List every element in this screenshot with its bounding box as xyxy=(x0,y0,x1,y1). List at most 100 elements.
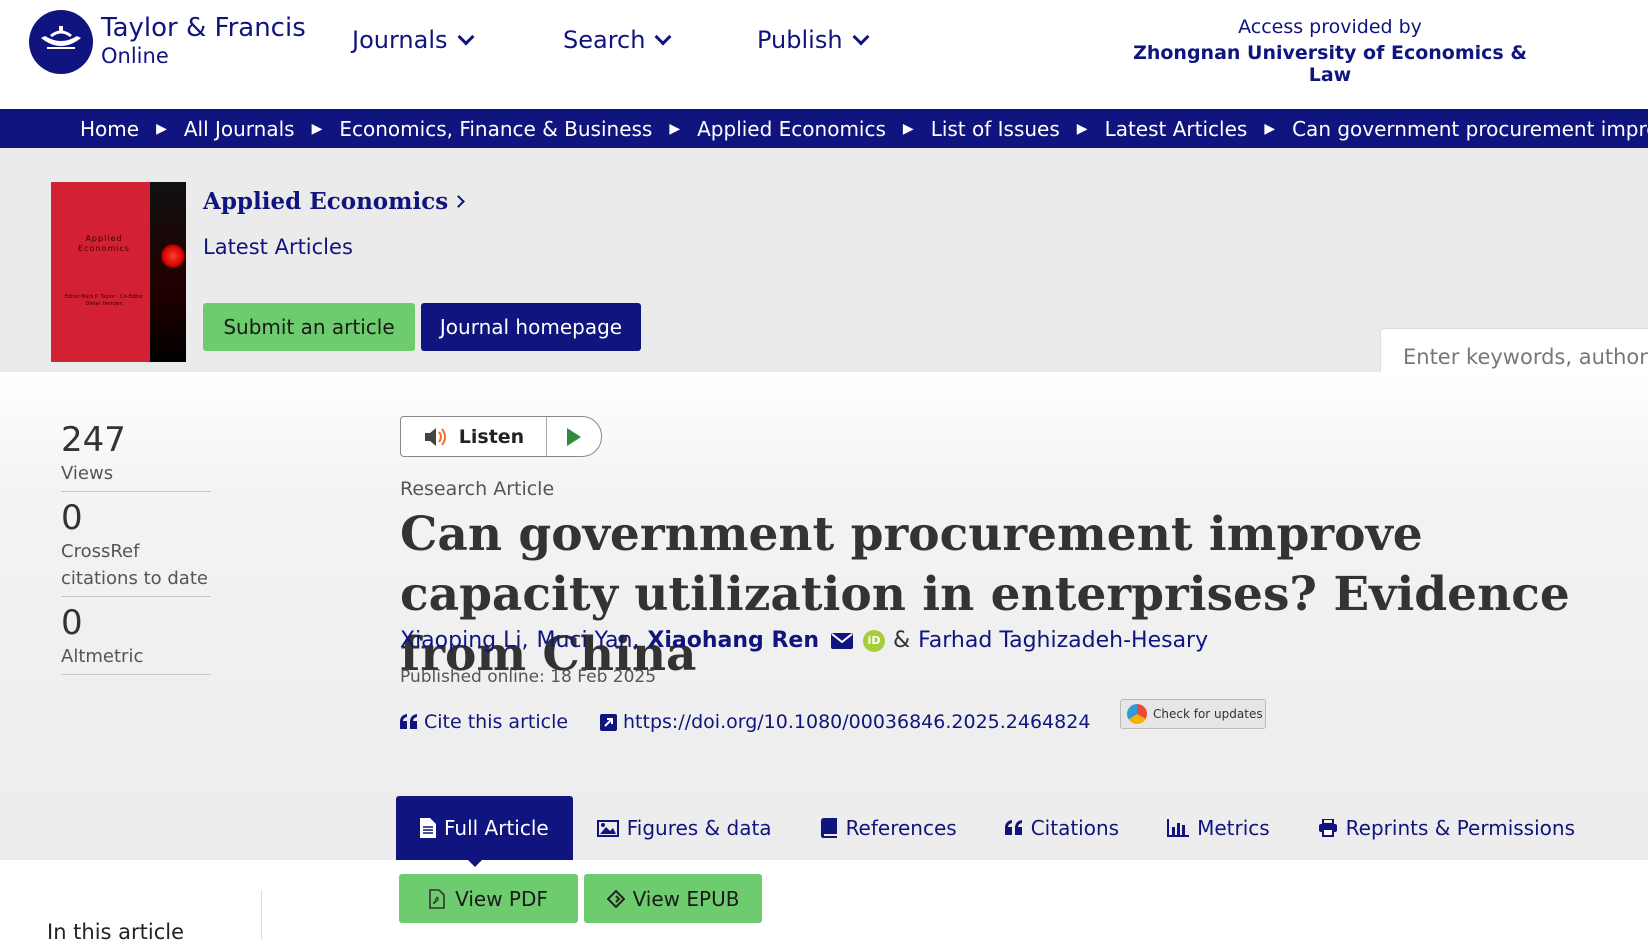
author-link[interactable]: Xiaohang Ren xyxy=(647,628,819,653)
altmetric-label: Altmetric xyxy=(61,646,144,667)
submit-article-button[interactable]: Submit an article xyxy=(203,303,415,351)
chevron-right-icon xyxy=(452,195,466,208)
tab-label: References xyxy=(845,816,957,840)
nav-journals[interactable]: Journals xyxy=(352,26,475,54)
logo-subtitle: Online xyxy=(101,44,169,68)
print-icon xyxy=(1318,819,1337,837)
nav-publish[interactable]: Publish xyxy=(757,26,870,54)
view-epub-label: View EPUB xyxy=(632,886,740,911)
journal-banner: Applied Economics Editor Mark P. Taylor … xyxy=(0,148,1648,386)
cite-article-link[interactable]: Cite this article xyxy=(400,711,568,733)
orcid-icon[interactable]: iD xyxy=(863,629,885,652)
lamp-logo-icon xyxy=(29,10,93,74)
tab-label: Figures & data xyxy=(626,816,772,840)
altmetric-count: 0 xyxy=(61,603,83,643)
taylor-francis-logo[interactable]: Taylor & Francis Online xyxy=(29,10,306,74)
document-icon xyxy=(420,818,436,838)
view-pdf-label: View PDF xyxy=(455,886,548,911)
tab-reprints-permissions[interactable]: Reprints & Permissions xyxy=(1294,796,1599,860)
author-link[interactable]: Farhad Taghizadeh-Hesary xyxy=(918,628,1208,653)
breadcrumb-all-journals[interactable]: All Journals xyxy=(184,117,295,141)
play-icon xyxy=(567,427,581,446)
speaker-icon xyxy=(424,427,446,446)
pdf-file-icon xyxy=(429,888,445,909)
crossref-count: 0 xyxy=(61,498,83,538)
divider xyxy=(61,491,211,492)
active-tab-notch xyxy=(466,858,484,867)
crossmark-icon xyxy=(1127,704,1147,724)
published-date: Published online: 18 Feb 2025 xyxy=(400,667,657,687)
listen-widget[interactable]: Listen xyxy=(400,416,602,457)
nav-search-label: Search xyxy=(563,26,646,54)
access-provider: Access provided by Zhongnan University o… xyxy=(1130,16,1530,86)
nav-journals-label: Journals xyxy=(352,26,448,54)
cover-editors: Editor Mark P. Taylor · Co-Editor Dieter… xyxy=(64,294,144,307)
author-link[interactable]: Xiaoping Li, xyxy=(400,628,528,653)
quote-icon xyxy=(400,714,417,729)
breadcrumb-arrow-icon: ▶ xyxy=(156,120,167,137)
sidebar-divider xyxy=(261,890,262,940)
cover-title: Applied Economics xyxy=(78,234,130,253)
nav-search[interactable]: Search xyxy=(563,26,672,54)
tab-label: Metrics xyxy=(1197,816,1270,840)
view-epub-button[interactable]: View EPUB xyxy=(584,874,762,923)
external-link-icon xyxy=(600,713,617,731)
article-type: Research Article xyxy=(400,478,555,500)
listen-button[interactable]: Listen xyxy=(401,417,547,456)
tab-full-article[interactable]: Full Article xyxy=(396,796,573,860)
author-link[interactable]: Muci Yan, xyxy=(536,628,639,653)
tab-citations[interactable]: Citations xyxy=(981,796,1143,860)
divider xyxy=(61,674,211,675)
in-this-article-heading: In this article xyxy=(47,920,185,940)
cite-label: Cite this article xyxy=(424,711,569,733)
chevron-down-icon xyxy=(852,28,870,46)
article-metrics: 247 Views 0 CrossRef citations to date 0… xyxy=(61,420,211,681)
breadcrumb-home[interactable]: Home xyxy=(80,117,139,141)
latest-articles-link[interactable]: Latest Articles xyxy=(203,235,353,259)
breadcrumb-current-article: Can government procurement improve capac… xyxy=(1292,116,1648,141)
chevron-down-icon xyxy=(654,28,672,46)
access-institution: Zhongnan University of Economics & Law xyxy=(1133,42,1527,86)
play-button[interactable] xyxy=(547,427,601,446)
article-title: Can government procurement improve capac… xyxy=(400,507,1570,682)
author-list: Xiaoping Li, Muci Yan, Xiaohang Ren iD &… xyxy=(400,628,1208,653)
crossref-label: CrossRef citations to date xyxy=(61,541,208,589)
tab-label: Full Article xyxy=(444,816,549,840)
chevron-down-icon xyxy=(457,28,475,46)
tab-references[interactable]: References xyxy=(796,796,981,860)
journal-title: Applied Economics xyxy=(203,188,449,215)
breadcrumb-journal[interactable]: Applied Economics xyxy=(697,117,886,141)
book-icon xyxy=(820,818,837,838)
breadcrumb-arrow-icon: ▶ xyxy=(1076,120,1088,137)
nav-publish-label: Publish xyxy=(757,26,843,54)
breadcrumb: Home ▶ All Journals ▶ Economics, Finance… xyxy=(0,109,1648,148)
check-updates-label: Check for updates xyxy=(1153,707,1263,721)
tab-figures-data[interactable]: Figures & data xyxy=(573,796,796,860)
access-label: Access provided by xyxy=(1238,16,1422,38)
image-icon xyxy=(596,819,619,837)
tab-label: Reprints & Permissions xyxy=(1345,816,1575,840)
email-icon[interactable] xyxy=(831,632,853,649)
breadcrumb-issues[interactable]: List of Issues xyxy=(931,117,1060,141)
breadcrumb-latest[interactable]: Latest Articles xyxy=(1105,117,1248,141)
views-count: 247 xyxy=(61,420,126,460)
logo-title: Taylor & Francis xyxy=(101,13,306,43)
tab-label: Citations xyxy=(1030,816,1120,840)
journal-homepage-button[interactable]: Journal homepage xyxy=(421,303,641,351)
tab-metrics[interactable]: Metrics xyxy=(1143,796,1294,860)
view-pdf-button[interactable]: View PDF xyxy=(399,874,578,923)
doi-link[interactable]: https://doi.org/10.1080/00036846.2025.24… xyxy=(600,711,1090,733)
check-for-updates-button[interactable]: Check for updates xyxy=(1120,699,1266,729)
journal-cover-image[interactable]: Applied Economics Editor Mark P. Taylor … xyxy=(51,182,186,362)
views-label: Views xyxy=(61,463,114,484)
quote-icon xyxy=(1004,820,1022,835)
divider xyxy=(61,596,211,597)
site-header: Taylor & Francis Online Journals Search … xyxy=(0,0,1648,109)
author-separator: & xyxy=(893,628,911,653)
breadcrumb-subject[interactable]: Economics, Finance & Business xyxy=(339,117,652,141)
breadcrumb-arrow-icon: ▶ xyxy=(669,120,681,137)
doi-url: https://doi.org/10.1080/00036846.2025.24… xyxy=(623,711,1091,733)
journal-title-link[interactable]: Applied Economics xyxy=(203,188,466,215)
breadcrumb-arrow-icon: ▶ xyxy=(311,120,323,137)
listen-label: Listen xyxy=(458,425,525,448)
